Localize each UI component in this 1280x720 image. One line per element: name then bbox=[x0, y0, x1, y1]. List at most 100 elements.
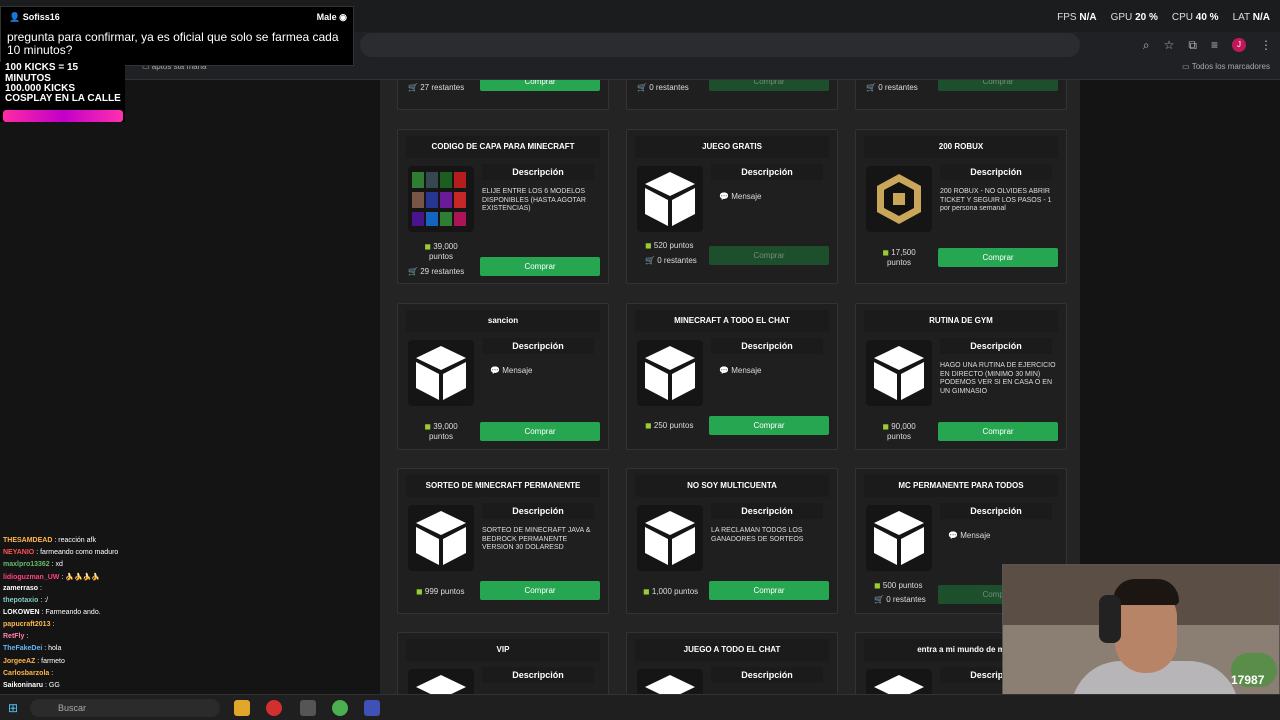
kebab-menu-icon[interactable]: ⋮ bbox=[1260, 38, 1272, 52]
windows-start-icon[interactable]: ⊞ bbox=[8, 701, 18, 715]
product-title: CODIGO DE CAPA PARA MINECRAFT bbox=[406, 136, 600, 158]
chat-message: zamerraso : bbox=[3, 585, 42, 592]
store-content: puntos 🛒 27 restantes Comprar puntos 🛒 0… bbox=[380, 80, 1080, 694]
message-note: 💬 Mensaje bbox=[719, 366, 762, 375]
message-note: 💬 Mensaje bbox=[948, 531, 991, 540]
buy-button[interactable]: Comprar bbox=[480, 581, 600, 600]
box-icon bbox=[408, 669, 474, 694]
coin-icon: ◼ bbox=[874, 581, 881, 590]
buy-button[interactable]: Comprar bbox=[480, 257, 600, 276]
box-icon bbox=[866, 669, 932, 694]
product-card: puntos 🛒 0 restantes Comprar bbox=[626, 80, 838, 110]
product-title: VIP bbox=[406, 639, 600, 661]
fps-readout: FPS N/A bbox=[1057, 12, 1097, 23]
description-text: 200 ROBUX - NO OLVIDES ABRIR TICKET Y SE… bbox=[940, 188, 1052, 212]
cpu-readout: CPU 40 % bbox=[1171, 12, 1219, 23]
all-bookmarks-button[interactable]: ▭ Todos los marcadores bbox=[1182, 62, 1270, 71]
extensions-icon[interactable]: ⧉ bbox=[1188, 38, 1197, 53]
live-chat: THESAMDEAD : reacción afk NEYANIO : farm… bbox=[0, 520, 256, 700]
coin-icon: ◼ bbox=[643, 587, 650, 596]
message-note: 💬 Mensaje bbox=[490, 366, 533, 375]
gender-badge: Male ◉ bbox=[316, 12, 347, 22]
file-explorer-icon[interactable] bbox=[234, 700, 250, 716]
opera-icon[interactable] bbox=[266, 700, 282, 716]
chat-message: RetFly : bbox=[3, 633, 29, 640]
product-card: puntos 🛒 0 restantes Comprar bbox=[855, 80, 1067, 110]
product-title: JUEGO A TODO EL CHAT bbox=[635, 639, 829, 661]
product-title: sancion bbox=[406, 310, 600, 332]
buy-button[interactable]: Comprar bbox=[480, 422, 600, 441]
product-card-gym: RUTINA DE GYM Descripción HAGO UNA RUTIN… bbox=[855, 303, 1067, 450]
coin-icon: ◼ bbox=[424, 422, 431, 431]
remaining-count: 🛒 0 restantes bbox=[866, 83, 918, 92]
description-text: ELIJE ENTRE LOS 6 MODELOS DISPONIBLES (H… bbox=[482, 188, 586, 212]
cart-icon: 🛒 bbox=[645, 256, 655, 265]
robux-icon bbox=[866, 166, 932, 232]
buy-button[interactable]: Comprar bbox=[938, 248, 1058, 267]
description-heading: Descripción bbox=[940, 338, 1052, 354]
description-heading: Descripción bbox=[482, 338, 594, 354]
buy-button-disabled[interactable]: Comprar bbox=[938, 80, 1058, 91]
address-bar[interactable] bbox=[360, 33, 1080, 57]
description-heading: Descripción bbox=[711, 503, 823, 519]
description-text: HAGO UNA RUTINA DE EJERCICIO EN DIRECTO … bbox=[940, 362, 1056, 395]
points-label: ◼ 90,000 puntos bbox=[882, 422, 916, 441]
product-title: RUTINA DE GYM bbox=[864, 310, 1058, 332]
chat-bubble-icon: 💬 bbox=[719, 192, 729, 201]
chat-bubble-icon: 💬 bbox=[490, 366, 500, 375]
browser-toolbar: ⌕ ☆ ⧉ ≡ J ⋮ bbox=[1143, 33, 1272, 57]
description-heading: Descripción bbox=[711, 667, 823, 683]
message-note: 💬 Mensaje bbox=[719, 192, 762, 201]
remaining-count: 🛒 29 restantes bbox=[408, 267, 465, 276]
product-title: 200 ROBUX bbox=[864, 136, 1058, 158]
buy-button-disabled[interactable]: Comprar bbox=[709, 246, 829, 265]
buy-button[interactable]: Comprar bbox=[709, 581, 829, 600]
description-heading: Descripción bbox=[711, 338, 823, 354]
kicks-goal-overlay: 100 KICKS = 15 MINUTOS 100.000 KICKS COS… bbox=[0, 62, 125, 122]
description-heading: Descripción bbox=[940, 503, 1052, 519]
star-icon[interactable]: ☆ bbox=[1164, 38, 1175, 52]
taskbar-search[interactable]: Buscar bbox=[30, 699, 220, 717]
product-title: NO SOY MULTICUENTA bbox=[635, 475, 829, 497]
chat-message: maxlpro13362 : xd bbox=[3, 561, 63, 568]
chat-message: lidioguzman_UW : 🍌🍌🍌🍌 bbox=[3, 574, 101, 581]
app-icon[interactable] bbox=[364, 700, 380, 716]
points-label: ◼ 17,500 puntos bbox=[882, 248, 916, 267]
product-title: SORTEO DE MINECRAFT PERMANENTE bbox=[406, 475, 600, 497]
product-card: puntos 🛒 27 restantes Comprar bbox=[397, 80, 609, 110]
cart-icon: 🛒 bbox=[408, 83, 418, 92]
cart-icon: 🛒 bbox=[866, 83, 876, 92]
box-icon bbox=[866, 340, 932, 406]
description-text: LA RECLAMAN TODOS LOS GANADORES DE SORTE… bbox=[711, 527, 804, 543]
box-icon bbox=[637, 505, 703, 571]
profile-avatar[interactable]: J bbox=[1232, 38, 1246, 52]
product-title: MC PERMANENTE PARA TODOS bbox=[864, 475, 1058, 497]
chat-message: LOKOWEN : Farmeando ando. bbox=[3, 609, 101, 616]
kicks-goal-line: 100 KICKS = 15 MINUTOS bbox=[5, 62, 79, 84]
description-heading: Descripción bbox=[482, 164, 594, 180]
chat-message: thepotaxio : :/ bbox=[3, 597, 49, 604]
remaining-count: 🛒 0 restantes bbox=[637, 83, 689, 92]
box-icon bbox=[866, 505, 932, 571]
product-card-juego-gratis: JUEGO GRATIS Descripción 💬 Mensaje ◼ 520… bbox=[626, 129, 838, 284]
performance-overlay: FPS N/A GPU 20 % CPU 40 % LAT N/A bbox=[1057, 12, 1270, 23]
product-card-multicuenta: NO SOY MULTICUENTA Descripción LA RECLAM… bbox=[626, 468, 838, 614]
box-icon bbox=[408, 505, 474, 571]
stream-chat-highlight: 👤 Sofiss16 Male ◉ pregunta para confirma… bbox=[0, 6, 354, 66]
chat-message: Carlosbarzola : bbox=[3, 670, 54, 677]
chrome-icon[interactable] bbox=[332, 700, 348, 716]
menu-lines-icon[interactable]: ≡ bbox=[1211, 38, 1218, 52]
taskbar: ⊞ Buscar bbox=[0, 694, 1280, 720]
buy-button[interactable]: Comprar bbox=[480, 80, 600, 91]
gpu-readout: GPU 20 % bbox=[1110, 12, 1158, 23]
app-icon[interactable] bbox=[300, 700, 316, 716]
remaining-count: 🛒 27 restantes bbox=[408, 83, 465, 92]
buy-button-disabled[interactable]: Comprar bbox=[709, 80, 829, 91]
buy-button[interactable]: Comprar bbox=[938, 422, 1058, 441]
goal-progress-bar bbox=[3, 110, 123, 122]
box-icon bbox=[408, 340, 474, 406]
zoom-icon[interactable]: ⌕ bbox=[1143, 38, 1150, 53]
box-icon bbox=[637, 166, 703, 232]
cart-icon: 🛒 bbox=[408, 267, 418, 276]
buy-button[interactable]: Comprar bbox=[709, 416, 829, 435]
